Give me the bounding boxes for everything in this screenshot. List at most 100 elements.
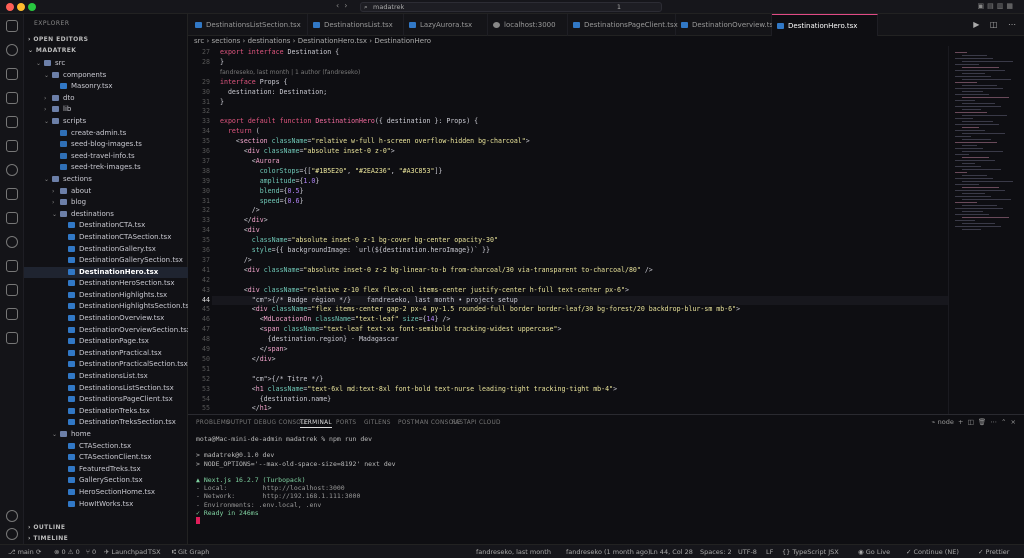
file-item[interactable]: create-admin.ts (24, 128, 188, 140)
docker-icon[interactable] (6, 212, 18, 224)
maximize-panel-icon[interactable]: ⌃ (1001, 418, 1006, 426)
nav-arrows[interactable]: ‹ › (336, 1, 347, 10)
folder-item[interactable]: › blog (24, 197, 188, 209)
file-item[interactable]: seed-travel-info.ts (24, 151, 188, 163)
file-item[interactable]: GallerySection.tsx (24, 475, 188, 487)
folder-item[interactable]: ⌄ home (24, 429, 188, 441)
branch-status[interactable]: ⎇ main ⟳ (8, 548, 41, 556)
git-graph-status[interactable]: ⑆ Git Graph (172, 548, 209, 556)
editor-tab[interactable]: DestinationsListSection.tsx (190, 14, 308, 36)
editor-actions[interactable]: ▶ ◫ ⋯ (973, 20, 1020, 29)
containers-icon[interactable] (6, 332, 18, 344)
file-item[interactable]: DestinationCTA.tsx (24, 220, 188, 232)
explorer-icon[interactable] (6, 20, 18, 32)
folder-item[interactable]: ⌄ scripts (24, 116, 188, 128)
file-item[interactable]: DestinationPractical.tsx (24, 348, 188, 360)
command-center[interactable]: ⌕ madatrek 1 (360, 2, 662, 12)
close-window-button[interactable] (6, 3, 14, 11)
file-item[interactable]: DestinationPracticalSection.tsx (24, 359, 188, 371)
encoding[interactable]: UTF-8 (738, 548, 757, 556)
folder-item[interactable]: ⌄ src (24, 58, 188, 70)
panel-tab[interactable]: GITLENS (364, 420, 391, 426)
file-item[interactable]: DestinationHero.tsx (24, 266, 188, 279)
file-item[interactable]: HeroSectionHome.tsx (24, 487, 188, 499)
folder-item[interactable]: › lib (24, 104, 188, 116)
testing-icon[interactable] (6, 188, 18, 200)
editor-tab[interactable]: DestinationOverview.tsx (676, 14, 777, 36)
prettier-status[interactable]: ✓ Prettier (978, 548, 1009, 556)
file-item[interactable]: DestinationCTASection.tsx (24, 232, 188, 244)
file-item[interactable]: DestinationGallery.tsx (24, 244, 188, 256)
language-mode[interactable]: {} TypeScript JSX (782, 548, 839, 556)
file-item[interactable]: DestinationsPageClient.tsx (24, 394, 188, 406)
close-panel-icon[interactable]: × (1011, 418, 1016, 426)
file-item[interactable]: DestinationTreks.tsx (24, 406, 188, 418)
file-item[interactable]: DestinationHighlights.tsx (24, 290, 188, 302)
file-item[interactable]: Masonry.tsx (24, 81, 188, 93)
remote-explorer-icon[interactable] (6, 140, 18, 152)
terminal-controls[interactable]: ⌁ node + ◫ 🗑 ⋯ ⌃ × (932, 418, 1016, 426)
continue-status[interactable]: ✓ Continue (NE) (906, 548, 959, 556)
problems-status[interactable]: ⊗ 0 ⚠ 0 (54, 548, 80, 556)
more-icon[interactable]: ⋯ (990, 418, 997, 426)
file-item[interactable]: DestinationOverview.tsx (24, 313, 188, 325)
search-icon[interactable] (6, 44, 18, 56)
layout-icons[interactable]: ▣▤▥▦ (978, 2, 1016, 10)
file-item[interactable]: seed-trek-images.ts (24, 162, 188, 174)
minimize-window-button[interactable] (17, 3, 25, 11)
launchpad-status[interactable]: ✈ Launchpad (104, 548, 147, 556)
folder-item[interactable]: ⌄ destinations (24, 209, 188, 221)
editor-tab[interactable]: DestinationsList.tsx (308, 14, 404, 36)
timeline-section[interactable]: › TIMELINE (28, 535, 68, 542)
folder-item[interactable]: › about (24, 186, 188, 198)
indentation[interactable]: Spaces: 2 (700, 548, 732, 556)
file-item[interactable]: DestinationsList.tsx (24, 371, 188, 383)
go-live-button[interactable]: ◉ Go Live (858, 548, 890, 556)
live-share-icon[interactable] (6, 284, 18, 296)
file-item[interactable]: DestinationHeroSection.tsx (24, 278, 188, 290)
database-icon[interactable] (6, 260, 18, 272)
copilot-icon[interactable] (6, 308, 18, 320)
outline-section[interactable]: › OUTLINE (28, 524, 65, 531)
panel-tab[interactable]: PROBLEMS (196, 420, 230, 426)
panel-tab[interactable]: FASTAPI CLOUD (452, 420, 501, 426)
folder-item[interactable]: ⌄ components (24, 70, 188, 82)
cursor-position[interactable]: Ln 44, Col 28 (650, 548, 693, 556)
accounts-icon[interactable] (6, 510, 18, 522)
run-debug-icon[interactable] (6, 92, 18, 104)
ports-status[interactable]: ⑂ 0 (86, 548, 96, 556)
file-item[interactable]: DestinationHighlightsSection.tsx (24, 301, 193, 313)
file-item[interactable]: seed-blog-images.ts (24, 139, 188, 151)
split-terminal-icon[interactable]: ◫ (968, 418, 974, 426)
postman-icon[interactable] (6, 236, 18, 248)
extensions-icon[interactable] (6, 116, 18, 128)
root-folder-section[interactable]: ⌄ MADATREK (28, 47, 76, 54)
author-status[interactable]: fandreseko (1 month ago) (566, 548, 651, 556)
codelens-blame[interactable]: fandreseko, last month | 1 author (fandr… (220, 69, 360, 76)
code-editor[interactable]: 27 export interface Destination {28} fandr… (188, 46, 948, 414)
file-item[interactable]: CTASectionClient.tsx (24, 452, 188, 464)
minimap[interactable] (948, 46, 1024, 414)
editor-tab[interactable]: DestinationsPageClient.tsx (568, 14, 678, 36)
gitlens-icon[interactable] (6, 164, 18, 176)
eol[interactable]: LF (766, 548, 773, 556)
blame-status[interactable]: fandreseko, last month (476, 548, 551, 556)
file-item[interactable]: CTASection.tsx (24, 441, 188, 453)
tsx-status[interactable]: TSX (148, 548, 161, 556)
panel-tab[interactable]: PORTS (336, 420, 356, 426)
trash-icon[interactable]: 🗑 (978, 418, 986, 426)
breadcrumb[interactable]: src › sections › destinations › Destinat… (194, 37, 431, 45)
panel-tab[interactable]: OUTPUT (226, 420, 251, 426)
open-editors-section[interactable]: › OPEN EDITORS (28, 36, 88, 43)
editor-tab[interactable]: localhost:3000 (488, 14, 568, 36)
file-item[interactable]: HowItWorks.tsx (24, 499, 188, 511)
file-item[interactable]: DestinationGallerySection.tsx (24, 255, 188, 267)
add-terminal-icon[interactable]: + (958, 418, 963, 426)
folder-item[interactable]: ⌄ sections (24, 174, 188, 186)
zoom-window-button[interactable] (28, 3, 36, 11)
folder-item[interactable]: › dto (24, 93, 188, 105)
file-item[interactable]: DestinationOverviewSection.tsx (24, 325, 191, 337)
file-item[interactable]: DestinationsListSection.tsx (24, 383, 188, 395)
file-item[interactable]: DestinationTreksSection.tsx (24, 417, 188, 429)
gear-icon[interactable] (6, 528, 18, 540)
